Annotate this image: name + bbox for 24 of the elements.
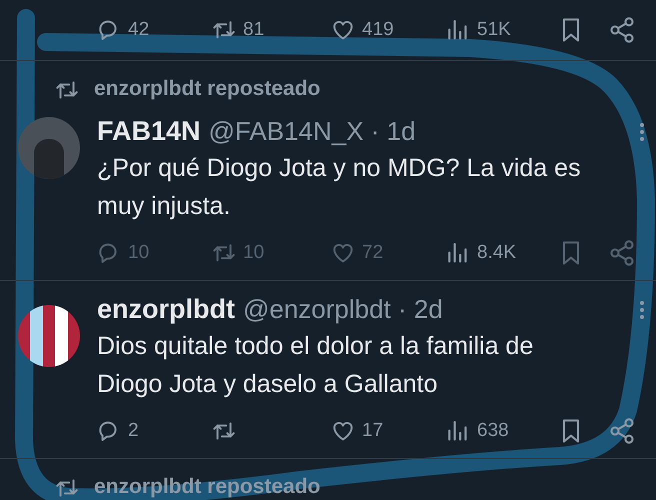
share-icon[interactable]: [608, 416, 636, 444]
post-text: ¿Por qué Diogo Jota y no MDG? La vida es muy injusta.: [97, 153, 582, 222]
striped-avatar[interactable]: [18, 305, 80, 367]
reply-count: 10: [128, 240, 150, 264]
author-name[interactable]: enzorplbdt: [97, 291, 235, 327]
reply-count: 42: [128, 18, 150, 42]
share-icon[interactable]: [608, 16, 636, 44]
share-icon[interactable]: [608, 238, 636, 266]
views-count: 51K: [477, 18, 511, 42]
views-count: 638: [477, 418, 509, 442]
reply-count: 2: [128, 418, 139, 442]
repost-count: 10: [243, 240, 264, 264]
more-options-icon[interactable]: [640, 123, 644, 141]
like-count: 17: [362, 418, 384, 442]
like-count: 72: [362, 240, 384, 264]
more-options-icon[interactable]: [640, 301, 644, 319]
views-count: 8.4K: [477, 240, 516, 264]
like-count: 419: [362, 18, 394, 42]
repost-label[interactable]: enzorplbdt reposteado: [94, 75, 320, 103]
handle-and-time: @FAB14N_X · 1d: [208, 115, 416, 148]
repost-count: 81: [243, 18, 264, 42]
handle-and-time: @enzorplbdt · 2d: [242, 293, 443, 326]
post-text: Dios quitale todo el dolor a la familia de Diogo Jota y daselo a Gallanto: [97, 331, 534, 400]
author-name[interactable]: FAB14N: [97, 113, 201, 149]
